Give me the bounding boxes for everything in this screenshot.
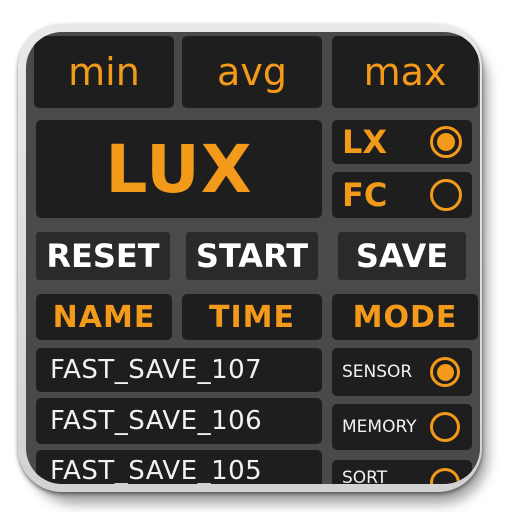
mode-header-label: MODE	[352, 299, 458, 335]
meter-panel: min avg max LUX LX FC RESET START SAVE N…	[26, 32, 480, 484]
radio-unselected-icon	[430, 412, 460, 442]
name-header-label: NAME	[52, 299, 156, 335]
time-header-label: TIME	[209, 299, 295, 335]
radio-selected-icon	[430, 126, 462, 158]
radio-selected-icon	[430, 357, 460, 387]
unit-option-lx[interactable]: LX	[332, 120, 472, 164]
start-button[interactable]: START	[186, 232, 318, 280]
reset-label: RESET	[46, 237, 160, 275]
list-item[interactable]: FAST_SAVE_106	[36, 398, 322, 444]
reset-button[interactable]: RESET	[36, 232, 170, 280]
unit-fc-label: FC	[342, 176, 388, 214]
radio-unselected-icon	[430, 468, 460, 484]
mode-option-sort[interactable]: SORT	[332, 460, 472, 484]
start-label: START	[195, 237, 309, 275]
column-header-time[interactable]: TIME	[182, 294, 322, 340]
lux-unit-label: LUX	[105, 130, 253, 208]
save-name: FAST_SAVE_106	[50, 406, 263, 436]
min-label: min	[68, 50, 140, 94]
max-label: max	[363, 50, 447, 94]
mode-memory-label: MEMORY	[342, 417, 417, 437]
unit-option-fc[interactable]: FC	[332, 172, 472, 218]
column-header-mode[interactable]: MODE	[332, 294, 478, 340]
save-label: SAVE	[355, 237, 449, 275]
mode-option-sensor[interactable]: SENSOR	[332, 348, 472, 396]
mode-option-memory[interactable]: MEMORY	[332, 404, 472, 450]
mode-sensor-label: SENSOR	[342, 362, 413, 382]
save-name: FAST_SAVE_105	[50, 456, 263, 484]
avg-label: avg	[217, 50, 287, 94]
unit-lx-label: LX	[342, 123, 388, 161]
list-item[interactable]: FAST_SAVE_107	[36, 348, 322, 392]
lux-display: LUX	[36, 120, 322, 218]
min-readout[interactable]: min	[34, 36, 174, 108]
column-header-name[interactable]: NAME	[36, 294, 172, 340]
save-button[interactable]: SAVE	[338, 232, 466, 280]
radio-unselected-icon	[430, 179, 462, 211]
max-readout[interactable]: max	[332, 36, 478, 108]
avg-readout[interactable]: avg	[182, 36, 322, 108]
list-item[interactable]: FAST_SAVE_105	[36, 450, 322, 484]
mode-sort-label: SORT	[342, 468, 388, 484]
save-name: FAST_SAVE_107	[50, 355, 263, 385]
